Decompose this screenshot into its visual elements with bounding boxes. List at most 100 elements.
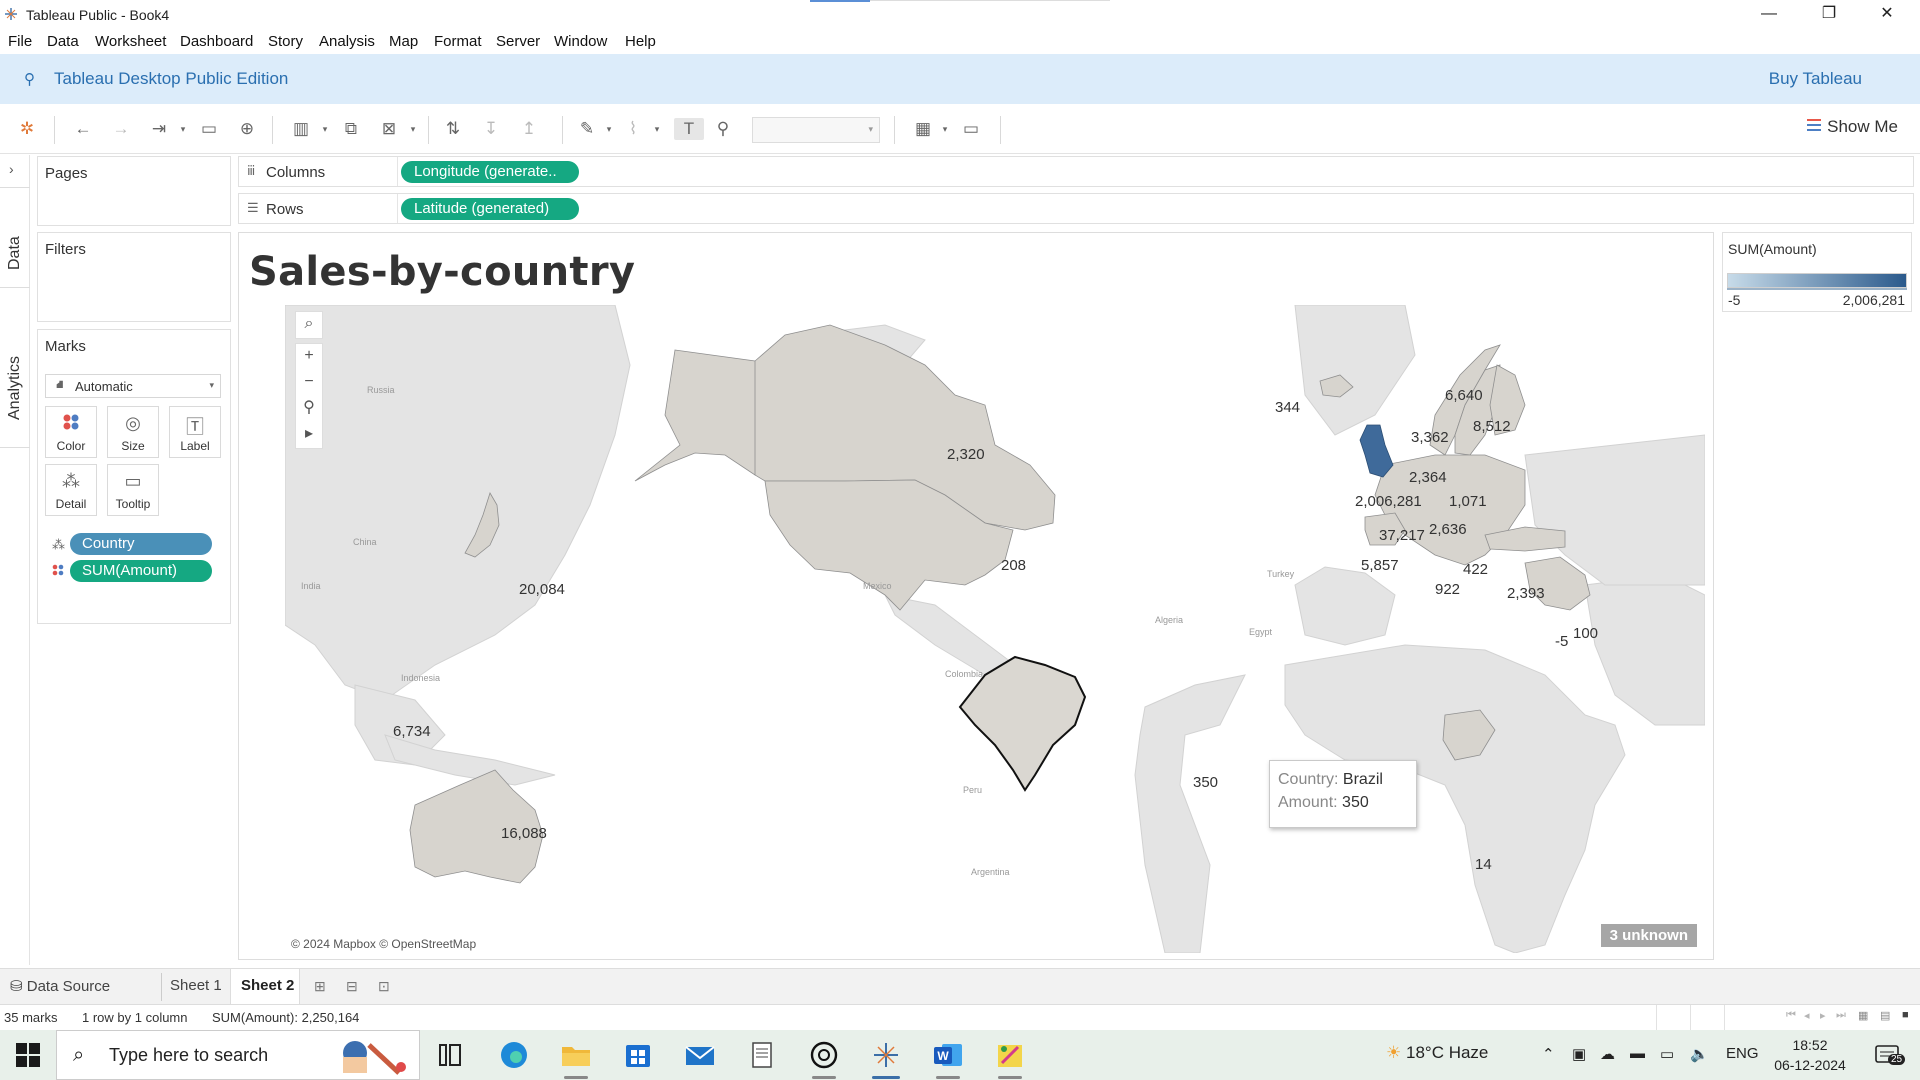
- label-button[interactable]: 🅃 Label: [169, 406, 221, 458]
- show-mark-labels-icon[interactable]: T: [674, 118, 704, 140]
- onedrive-icon[interactable]: ☁: [1600, 1045, 1615, 1063]
- new-worksheet-icon[interactable]: ▥: [290, 118, 312, 140]
- filters-card[interactable]: Filters: [37, 232, 231, 322]
- meet-now-icon[interactable]: ▣: [1572, 1045, 1586, 1063]
- map-area[interactable]: Russia China India Indonesia Mexico Colo…: [285, 305, 1705, 953]
- map-search-control[interactable]: ⌕: [295, 311, 323, 339]
- filmstrip-icon[interactable]: ▤: [1880, 1009, 1890, 1022]
- map-attribution[interactable]: © 2024 Mapbox © OpenStreetMap: [291, 937, 477, 951]
- tabs-view-icon[interactable]: ■: [1902, 1009, 1909, 1021]
- show-me-button[interactable]: Show Me: [1807, 117, 1898, 137]
- menu-format[interactable]: Format: [434, 33, 482, 50]
- columns-shelf[interactable]: ⅲ Columns Longitude (generate..: [238, 156, 1914, 187]
- swap-rows-columns-icon[interactable]: ⇅: [442, 118, 464, 140]
- latitude-pill[interactable]: Latitude (generated): [401, 198, 579, 220]
- battery-icon[interactable]: ▬: [1630, 1045, 1645, 1062]
- paint-icon[interactable]: [990, 1037, 1030, 1079]
- search-icon[interactable]: ⌕: [296, 312, 322, 338]
- country-pill[interactable]: Country: [70, 533, 212, 555]
- show-hidden-icons-icon[interactable]: ⌃: [1542, 1045, 1555, 1063]
- close-button[interactable]: ✕: [1858, 0, 1916, 30]
- data-source-tab[interactable]: ⛁ Data Source: [10, 977, 110, 995]
- sum-amount-pill[interactable]: SUM(Amount): [70, 560, 212, 582]
- menu-dashboard[interactable]: Dashboard: [180, 33, 253, 50]
- group-dropdown-icon[interactable]: ▾: [652, 118, 662, 140]
- color-legend[interactable]: SUM(Amount) -5 2,006,281: [1722, 232, 1912, 312]
- fit-dropdown[interactable]: ▾: [752, 117, 880, 143]
- clear-sheet-dropdown-icon[interactable]: ▾: [408, 118, 418, 140]
- show-cards-icon[interactable]: ▦: [912, 118, 934, 140]
- minimize-button[interactable]: —: [1740, 0, 1798, 30]
- presentation-mode-icon[interactable]: ▭: [960, 118, 982, 140]
- expand-chevron-icon[interactable]: ›: [9, 161, 14, 177]
- first-sheet-icon[interactable]: ⏮: [1786, 1009, 1796, 1022]
- network-icon[interactable]: ▭: [1660, 1045, 1674, 1063]
- unknown-indicator[interactable]: 3 unknown: [1600, 924, 1697, 947]
- detail-button[interactable]: ⁂ Detail: [45, 464, 97, 516]
- sheet-sorter-icon[interactable]: ▦: [1858, 1009, 1868, 1022]
- menu-window[interactable]: Window: [554, 33, 607, 50]
- edge-browser-icon[interactable]: [494, 1037, 534, 1073]
- menu-server[interactable]: Server: [496, 33, 540, 50]
- restore-button[interactable]: ❐: [1800, 0, 1858, 30]
- new-data-source-icon[interactable]: ⊕: [236, 118, 258, 140]
- replay-dropdown-icon[interactable]: ▾: [178, 118, 188, 140]
- next-sheet-icon[interactable]: ▸: [1820, 1009, 1826, 1022]
- tableau-taskbar-icon[interactable]: [866, 1037, 906, 1079]
- rows-shelf[interactable]: ☰ Rows Latitude (generated): [238, 193, 1914, 224]
- prev-sheet-icon[interactable]: ◂: [1804, 1009, 1810, 1022]
- expand-toolbar-icon[interactable]: ▸: [296, 422, 322, 448]
- clear-sheet-icon[interactable]: ⊠: [378, 118, 400, 140]
- mail-icon[interactable]: [680, 1037, 720, 1073]
- new-story-tab-icon[interactable]: ⊡: [378, 978, 390, 995]
- highlight-icon[interactable]: ✎: [576, 118, 598, 140]
- save-icon[interactable]: ▭: [198, 118, 220, 140]
- tableau-home-icon[interactable]: ✲: [16, 118, 38, 140]
- menu-file[interactable]: File: [8, 33, 32, 50]
- file-explorer-icon[interactable]: [556, 1037, 596, 1079]
- volume-icon[interactable]: 🔈: [1690, 1045, 1709, 1063]
- task-view-icon[interactable]: [430, 1037, 470, 1073]
- redo-icon[interactable]: →: [110, 118, 132, 140]
- last-sheet-icon[interactable]: ⏭: [1836, 1009, 1846, 1022]
- notepad-icon[interactable]: [742, 1037, 782, 1073]
- sheet2-tab[interactable]: Sheet 2: [241, 977, 294, 994]
- world-map[interactable]: [285, 305, 1705, 953]
- menu-analysis[interactable]: Analysis: [319, 33, 375, 50]
- color-button[interactable]: Color: [45, 406, 97, 458]
- windows-start-icon[interactable]: [16, 1043, 40, 1067]
- new-worksheet-dropdown-icon[interactable]: ▾: [320, 118, 330, 140]
- group-members-icon[interactable]: ⌇: [622, 118, 644, 140]
- menu-story[interactable]: Story: [268, 33, 303, 50]
- menu-worksheet[interactable]: Worksheet: [95, 33, 166, 50]
- language-indicator[interactable]: ENG: [1726, 1045, 1759, 1062]
- replay-icon[interactable]: ⇥: [148, 118, 170, 140]
- tooltip-button[interactable]: ▭ Tooltip: [107, 464, 159, 516]
- new-worksheet-tab-icon[interactable]: ⊞: [314, 978, 326, 995]
- menu-help[interactable]: Help: [625, 33, 656, 50]
- microsoft-store-icon[interactable]: [618, 1037, 658, 1073]
- menu-map[interactable]: Map: [389, 33, 418, 50]
- undo-icon[interactable]: ←: [72, 118, 94, 140]
- buy-tableau-link[interactable]: Buy Tableau: [1769, 69, 1862, 89]
- show-cards-dropdown-icon[interactable]: ▾: [940, 118, 950, 140]
- duplicate-sheet-icon[interactable]: ⧉: [340, 118, 362, 140]
- highlight-dropdown-icon[interactable]: ▾: [604, 118, 614, 140]
- zoom-in-icon[interactable]: +: [296, 344, 322, 370]
- chatgpt-icon[interactable]: [804, 1037, 844, 1079]
- size-button[interactable]: ◎ Size: [107, 406, 159, 458]
- fix-axes-icon[interactable]: ⚲: [712, 118, 734, 140]
- zoom-out-icon[interactable]: −: [296, 370, 322, 396]
- menu-data[interactable]: Data: [47, 33, 79, 50]
- new-dashboard-tab-icon[interactable]: ⊟: [346, 978, 358, 995]
- sheet1-tab[interactable]: Sheet 1: [170, 977, 222, 994]
- notifications-button[interactable]: 25: [1872, 1042, 1906, 1068]
- sort-ascending-icon[interactable]: ↧: [480, 118, 502, 140]
- pages-card[interactable]: Pages: [37, 156, 231, 226]
- longitude-pill[interactable]: Longitude (generate..: [401, 161, 579, 183]
- pin-map-icon[interactable]: ⚲: [296, 396, 322, 422]
- mark-type-dropdown[interactable]: ⛘ Automatic ▾: [45, 374, 221, 398]
- sort-descending-icon[interactable]: ↥: [518, 118, 540, 140]
- word-icon[interactable]: W: [928, 1037, 968, 1079]
- weather-widget[interactable]: ☀ 18°C Haze: [1386, 1043, 1488, 1063]
